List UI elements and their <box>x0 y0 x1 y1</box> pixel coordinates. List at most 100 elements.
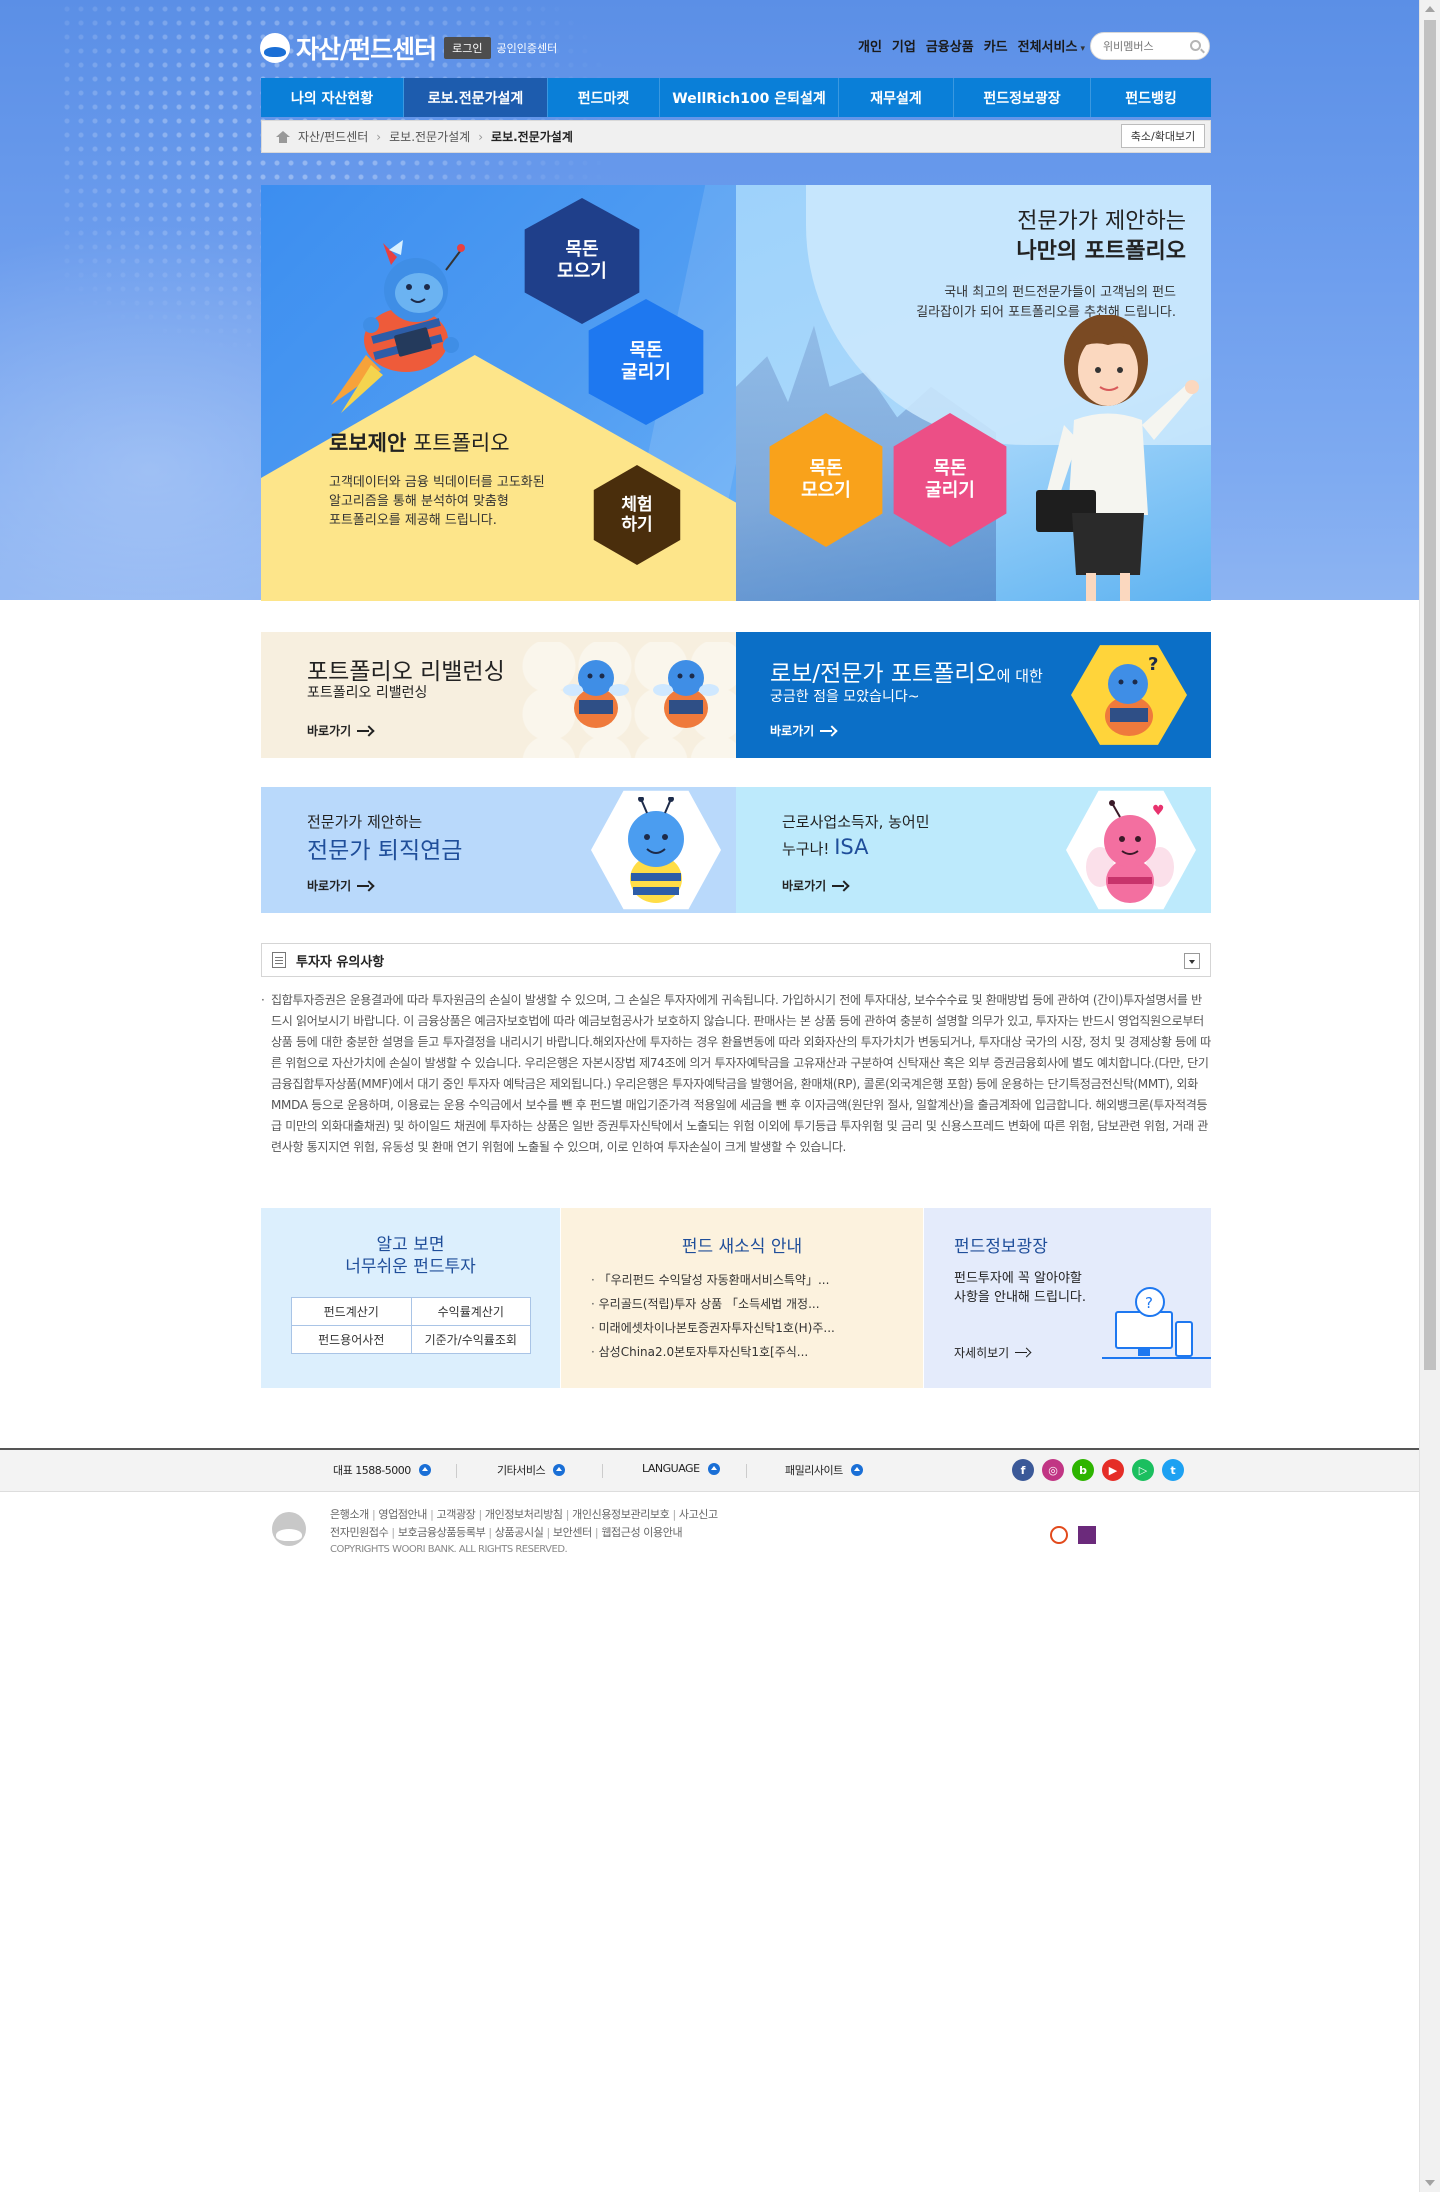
kakaostory-icon[interactable]: ▷ <box>1132 1459 1154 1481</box>
vertical-scrollbar[interactable] <box>1419 0 1440 2192</box>
footer-link[interactable]: 개인신용정보관리보호 <box>563 1508 670 1521</box>
instagram-icon[interactable]: ◎ <box>1042 1459 1064 1481</box>
faq-title-small: 에 대한 <box>996 667 1043 685</box>
isa-more-link[interactable]: 바로가기 <box>782 877 848 894</box>
scroll-up-icon[interactable] <box>1425 6 1435 12</box>
footer-other-services[interactable]: 기타서비스 <box>497 1462 566 1478</box>
robo-portfolio-title: 로보제안 포트폴리오 <box>329 427 510 457</box>
isa-line2-prefix: 누구나! <box>782 840 835 858</box>
robo-portfolio-description: 고객데이터와 금융 빅데이터를 고도화된 알고리즘을 통해 분석하여 맞춤형 포… <box>329 475 545 528</box>
investor-notice-body: 집합투자증권은 운용결과에 따라 투자원금의 손실이 발생할 수 있으며, 그 … <box>261 990 1211 1158</box>
footer-link[interactable]: 전자민원접수 <box>330 1526 389 1539</box>
gnb-item-fund-info-square[interactable]: 펀드정보광장 <box>954 78 1091 117</box>
footer-link[interactable]: 보호금융상품등록부 <box>388 1526 485 1539</box>
site-logo[interactable]: 자산/펀드센터 로그인 공인인증센터 <box>260 30 557 66</box>
pension-subtitle: 전문가가 제안하는 <box>307 813 423 831</box>
util-nav-personal[interactable]: 개인 <box>858 36 882 55</box>
fund-news-item[interactable]: 우리골드(적립)투자 상품 「소득세법 개정... <box>591 1292 835 1316</box>
footer-link[interactable]: 은행소개 <box>330 1508 369 1521</box>
consultant-illustration-icon <box>1036 315 1199 601</box>
footer-link[interactable]: 고객광장 <box>427 1508 476 1521</box>
gnb-item-robo-expert[interactable]: 로보.전문가설계 <box>404 78 548 117</box>
hex-label: 체험 하기 <box>621 494 653 535</box>
gnb-item-fund-banking[interactable]: 펀드뱅킹 <box>1091 78 1211 117</box>
twitter-icon[interactable]: t <box>1162 1459 1184 1481</box>
footer-divider <box>602 1464 603 1478</box>
breadcrumb-item[interactable]: 로보.전문가설계 <box>389 128 470 145</box>
search-box <box>1090 32 1210 60</box>
footer-link[interactable]: 개인정보처리방침 <box>475 1508 563 1521</box>
footer-link[interactable]: 보안센터 <box>543 1526 592 1539</box>
faq-banner[interactable]: 로보/전문가 포트폴리오에 대한 궁금한 점을 모았습니다~ 바로가기 ? <box>736 632 1211 758</box>
footer-links: 은행소개영업점안내고객광장개인정보처리방침개인신용정보관리보호사고신고 전자민원… <box>330 1506 718 1542</box>
home-icon[interactable] <box>276 130 290 143</box>
util-nav-products[interactable]: 금융상품 <box>926 36 974 55</box>
investor-notice-header[interactable]: 투자자 유의사항 <box>261 943 1211 977</box>
svg-text:?: ? <box>1148 654 1158 675</box>
footer-bottom: 은행소개영업점안내고객광장개인정보처리방침개인신용정보관리보호사고신고 전자민원… <box>260 1502 1220 1562</box>
fund-news-item[interactable]: 삼성China2.0본토자투자신탁1호[주식... <box>591 1340 835 1364</box>
search-input[interactable] <box>1103 33 1191 59</box>
expert-portfolio-panel[interactable]: 전문가가 제안하는 나만의 포트폴리오 국내 최고의 펀드전문가들이 고객님의 … <box>736 185 1211 601</box>
more-label: 바로가기 <box>782 879 827 893</box>
facebook-icon[interactable]: f <box>1012 1459 1034 1481</box>
pension-title: 전문가 퇴직연금 <box>307 838 463 864</box>
youtube-icon[interactable]: ▶ <box>1102 1459 1124 1481</box>
rebalancing-title: 포트폴리오 리밸런싱 <box>307 659 505 685</box>
pension-banner[interactable]: 전문가가 제안하는 전문가 퇴직연금 바로가기 <box>261 787 736 913</box>
gnb-item-fund-market[interactable]: 펀드마켓 <box>548 78 660 117</box>
faq-more-link[interactable]: 바로가기 <box>770 722 836 739</box>
footer-link[interactable]: 사고신고 <box>669 1508 718 1521</box>
robo-portfolio-panel[interactable]: 목돈 모으기 목돈 굴리기 체험 하기 로보제안 포트폴리오 고객데이터와 금융… <box>261 185 736 601</box>
fund-info-square-more-link[interactable]: 자세히보기 <box>954 1344 1031 1361</box>
search-icon[interactable] <box>1190 40 1201 51</box>
scroll-down-icon[interactable] <box>1425 2180 1435 2186</box>
easy-fund-box: 알고 보면 너무쉬운 펀드투자 펀드계산기 수익률계산기 펀드용어사전 기준가/… <box>261 1208 560 1388</box>
footer-family-sites[interactable]: 패밀리사이트 <box>785 1462 863 1478</box>
fund-info-square-box: 펀드정보광장 펀드투자에 꼭 알아야할 사항을 안내해 드립니다. 자세히보기 … <box>924 1208 1211 1388</box>
rebalancing-more-link[interactable]: 바로가기 <box>307 722 373 739</box>
util-nav-corporate[interactable]: 기업 <box>892 36 916 55</box>
blog-icon[interactable]: b <box>1072 1459 1094 1481</box>
util-nav-all-services[interactable]: 전체서비스 <box>1018 36 1085 55</box>
footer-link[interactable]: 웹접근성 이용안내 <box>592 1526 683 1539</box>
expert-title-line2: 나만의 포트폴리오 <box>1016 238 1186 264</box>
robo-title-rest: 포트폴리오 <box>406 431 510 455</box>
fund-news-title: 펀드 새소식 안내 <box>681 1237 803 1257</box>
footer-language[interactable]: LANGUAGE <box>642 1462 720 1475</box>
computer-question-icon: ? <box>1102 1287 1211 1359</box>
return-calculator-link[interactable]: 수익률계산기 <box>411 1298 531 1326</box>
fund-glossary-link[interactable]: 펀드용어사전 <box>292 1326 412 1354</box>
footer-divider <box>456 1464 457 1478</box>
more-label: 자세히보기 <box>954 1346 1010 1360</box>
gnb-item-wellrich100[interactable]: WellRich100 은퇴설계 <box>660 78 839 117</box>
login-button[interactable]: 로그인 <box>444 37 491 59</box>
cert-center-link[interactable]: 공인인증센터 <box>497 40 558 56</box>
faq-title: 로보/전문가 포트폴리오에 대한 <box>770 654 1043 688</box>
hex-robo-save-money[interactable]: 목돈 모으기 <box>524 198 640 324</box>
footer-top-label: 기타서비스 <box>497 1464 546 1477</box>
security-cert-mark-icon <box>1078 1526 1096 1544</box>
zoom-toggle-button[interactable]: 축소/확대보기 <box>1121 124 1205 148</box>
footer-rep-phone[interactable]: 대표 1588-5000 <box>333 1462 431 1478</box>
nav-return-lookup-link[interactable]: 기준가/수익률조회 <box>411 1326 531 1354</box>
rebalancing-banner[interactable]: 포트폴리오 리밸런싱 포트폴리오 리밸런싱 바로가기 <box>261 632 736 758</box>
pension-more-link[interactable]: 바로가기 <box>307 877 373 894</box>
expand-up-icon <box>553 1464 566 1476</box>
fund-news-item[interactable]: 「우리펀드 수익달성 자동환매서비스특약」... <box>591 1268 835 1292</box>
footer-top-label: 패밀리사이트 <box>785 1464 843 1477</box>
gnb-item-my-assets[interactable]: 나의 자산현황 <box>261 78 404 117</box>
arrow-right-icon <box>832 881 848 891</box>
gnb-item-financial-plan[interactable]: 재무설계 <box>839 78 954 117</box>
util-nav-card[interactable]: 카드 <box>984 36 1008 55</box>
collapse-toggle-icon[interactable] <box>1184 953 1200 969</box>
scrollbar-thumb[interactable] <box>1424 20 1436 1370</box>
footer-link[interactable]: 영업점안내 <box>369 1508 428 1521</box>
footer-link[interactable]: 상품공시실 <box>485 1526 544 1539</box>
footer-top-label: 대표 1588-5000 <box>333 1464 411 1477</box>
isa-banner[interactable]: 근로사업소득자, 농어민 누구나! ISA 바로가기 ♥ <box>736 787 1211 913</box>
fund-news-item[interactable]: 미래에셋차이나본토증권자투자신탁1호(H)주... <box>591 1316 835 1340</box>
utility-nav: 개인 기업 금융상품 카드 전체서비스 <box>858 36 1085 55</box>
fund-calculator-link[interactable]: 펀드계산기 <box>292 1298 412 1326</box>
breadcrumb-item[interactable]: 자산/펀드센터 <box>298 128 368 145</box>
